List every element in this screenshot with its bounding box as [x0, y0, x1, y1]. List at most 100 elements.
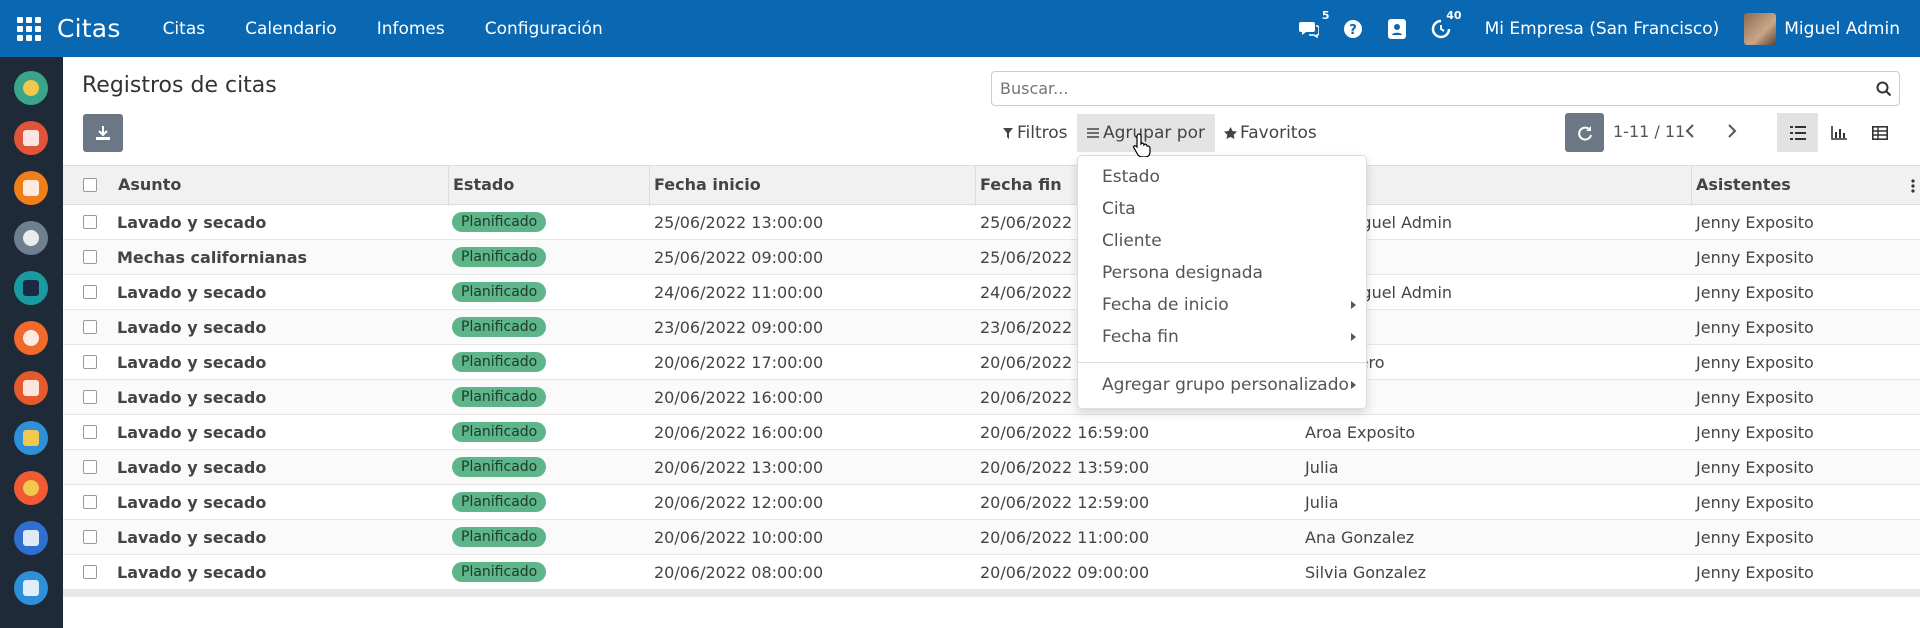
contacts-icon[interactable]: [1386, 18, 1408, 40]
row-checkbox[interactable]: [83, 565, 97, 579]
search-input[interactable]: [1000, 79, 1860, 98]
cell-asunto: Lavado y secado: [117, 423, 267, 442]
cell-fecha-inicio: 25/06/2022 09:00:00: [654, 248, 824, 267]
cell-fecha-fin: 25/06/2022: [980, 248, 1073, 267]
column-options-icon[interactable]: [1911, 178, 1915, 197]
groupby-dropdown: Estado Cita Cliente Persona designada Fe…: [1077, 155, 1367, 409]
row-checkbox[interactable]: [83, 355, 97, 369]
row-checkbox[interactable]: [83, 425, 97, 439]
table-row[interactable]: Lavado y secado Planificado 23/06/2022 09:…: [63, 310, 1920, 345]
table-row[interactable]: Mechas californianas Planificado 25/06/202…: [63, 240, 1920, 275]
list-view-button[interactable]: [1777, 113, 1818, 152]
avatar[interactable]: [1744, 12, 1777, 45]
messages-count: 5: [1321, 8, 1330, 22]
calculator-app-icon[interactable]: [14, 571, 48, 605]
column-header-estado[interactable]: Estado: [453, 175, 514, 194]
favorites-button[interactable]: Favoritos: [1214, 114, 1327, 152]
pager-previous-icon[interactable]: [1685, 122, 1695, 143]
menu-item-citas[interactable]: Citas: [163, 19, 206, 39]
menu-item-informes[interactable]: Infomes: [377, 19, 445, 39]
filters-button[interactable]: Filtros: [993, 114, 1078, 152]
company-switcher[interactable]: Mi Empresa (San Francisco): [1485, 19, 1720, 39]
calendar-app-icon[interactable]: [14, 121, 48, 155]
cell-fecha-fin: 20/06/2022 11:00:00: [980, 528, 1150, 547]
row-checkbox[interactable]: [83, 530, 97, 544]
table-row[interactable]: Lavado y secado Planificado 20/06/2022 16:…: [63, 415, 1920, 450]
groupby-option-fecha-inicio[interactable]: Fecha de inicio: [1102, 295, 1229, 315]
download-button[interactable]: [83, 114, 123, 152]
team-app-icon[interactable]: [14, 221, 48, 255]
column-header-asistentes[interactable]: Asistentes: [1696, 175, 1791, 194]
cell-fecha-fin: 20/06/2022 13:59:00: [980, 458, 1150, 477]
table-row[interactable]: Lavado y secado Planificado 20/06/2022 13:…: [63, 450, 1920, 485]
refresh-button[interactable]: [1565, 113, 1604, 152]
status-badge: Planificado: [452, 282, 547, 302]
pivot-view-button[interactable]: [1859, 113, 1900, 152]
user-menu[interactable]: Miguel Admin: [1784, 19, 1900, 39]
reports-app-icon[interactable]: [14, 371, 48, 405]
table-row[interactable]: Lavado y secado Planificado 20/06/2022 16:…: [63, 380, 1920, 415]
cell-asunto: Lavado y secado: [117, 388, 267, 407]
pos-app-icon[interactable]: [14, 521, 48, 555]
row-checkbox[interactable]: [83, 460, 97, 474]
search-icon[interactable]: [1876, 81, 1892, 97]
table-row[interactable]: Lavado y secado Planificado 20/06/2022 10:…: [63, 520, 1920, 555]
menu-item-configuracion[interactable]: Configuración: [485, 19, 603, 39]
groupby-option-fecha-fin[interactable]: Fecha fin: [1102, 327, 1179, 347]
graph-view-button[interactable]: [1818, 113, 1859, 152]
bar-chart-icon: [1830, 125, 1847, 140]
groupby-option-cita[interactable]: Cita: [1102, 199, 1136, 219]
row-checkbox[interactable]: [83, 390, 97, 404]
cell-fecha-inicio: 23/06/2022 09:00:00: [654, 318, 824, 337]
filters-label: Filtros: [1017, 123, 1068, 143]
cell-fecha-inicio: 20/06/2022 16:00:00: [654, 423, 824, 442]
row-checkbox[interactable]: [83, 285, 97, 299]
contacts-app-icon[interactable]: [14, 321, 48, 355]
table-row[interactable]: Lavado y secado Planificado 20/06/2022 17:…: [63, 345, 1920, 380]
row-checkbox[interactable]: [83, 250, 97, 264]
cell-asistentes: Jenny Exposito: [1696, 423, 1814, 442]
pager-value[interactable]: 1-11 / 11: [1613, 122, 1685, 141]
column-header-asunto[interactable]: Asunto: [118, 175, 181, 194]
table-row[interactable]: Lavado y secado Planificado 24/06/2022 11:…: [63, 275, 1920, 310]
status-badge: Planificado: [452, 317, 547, 337]
help-icon[interactable]: ?: [1342, 18, 1364, 40]
row-checkbox[interactable]: [83, 320, 97, 334]
presentation-app-icon[interactable]: [14, 421, 48, 455]
table-row[interactable]: Lavado y secado Planificado 20/06/2022 12:…: [63, 485, 1920, 520]
caret-right-icon: [1351, 333, 1356, 341]
menu-item-calendario[interactable]: Calendario: [245, 19, 337, 39]
cell-asistentes: Jenny Exposito: [1696, 213, 1814, 232]
select-all-checkbox[interactable]: [83, 178, 97, 192]
cell-fecha-fin: 20/06/2022 16:59:00: [980, 423, 1150, 442]
row-checkbox[interactable]: [83, 215, 97, 229]
pager-next-icon[interactable]: [1727, 122, 1737, 143]
table-row[interactable]: Lavado y secado Planificado 25/06/2022 13:…: [63, 205, 1920, 240]
messages-icon[interactable]: 5: [1298, 9, 1330, 40]
cell-asistentes: Jenny Exposito: [1696, 388, 1814, 407]
row-checkbox[interactable]: [83, 495, 97, 509]
column-header-fecha-inicio[interactable]: Fecha inicio: [654, 175, 761, 194]
cell-fecha-inicio: 20/06/2022 13:00:00: [654, 458, 824, 477]
groupby-option-custom[interactable]: Agregar grupo personalizado: [1102, 375, 1349, 395]
cell-contacto: Silvia Gonzalez: [1305, 563, 1427, 582]
groupby-option-estado[interactable]: Estado: [1102, 167, 1160, 187]
cell-asunto: Lavado y secado: [117, 528, 267, 547]
cell-fecha-inicio: 25/06/2022 13:00:00: [654, 213, 824, 232]
svg-text:?: ?: [1349, 23, 1357, 38]
groupby-option-persona-designada[interactable]: Persona designada: [1102, 263, 1263, 283]
notes-app-icon[interactable]: [14, 171, 48, 205]
sidebar-app-icon[interactable]: [14, 71, 48, 105]
groupby-option-cliente[interactable]: Cliente: [1102, 231, 1162, 251]
employee-app-icon[interactable]: [14, 271, 48, 305]
alerts-app-icon[interactable]: [14, 471, 48, 505]
app-name: Citas: [57, 14, 121, 43]
cell-asunto: Mechas californianas: [117, 248, 308, 267]
apps-menu-icon[interactable]: [17, 16, 41, 41]
cell-fecha-fin: 20/06/2022: [980, 388, 1073, 407]
activities-icon[interactable]: 40: [1430, 9, 1462, 40]
cell-fecha-inicio: 20/06/2022 16:00:00: [654, 388, 824, 407]
cell-fecha-fin: 25/06/2022: [980, 213, 1073, 232]
table-row[interactable]: Lavado y secado Planificado 20/06/2022 08:…: [63, 555, 1920, 590]
column-header-fecha-fin[interactable]: Fecha fin: [980, 175, 1062, 194]
